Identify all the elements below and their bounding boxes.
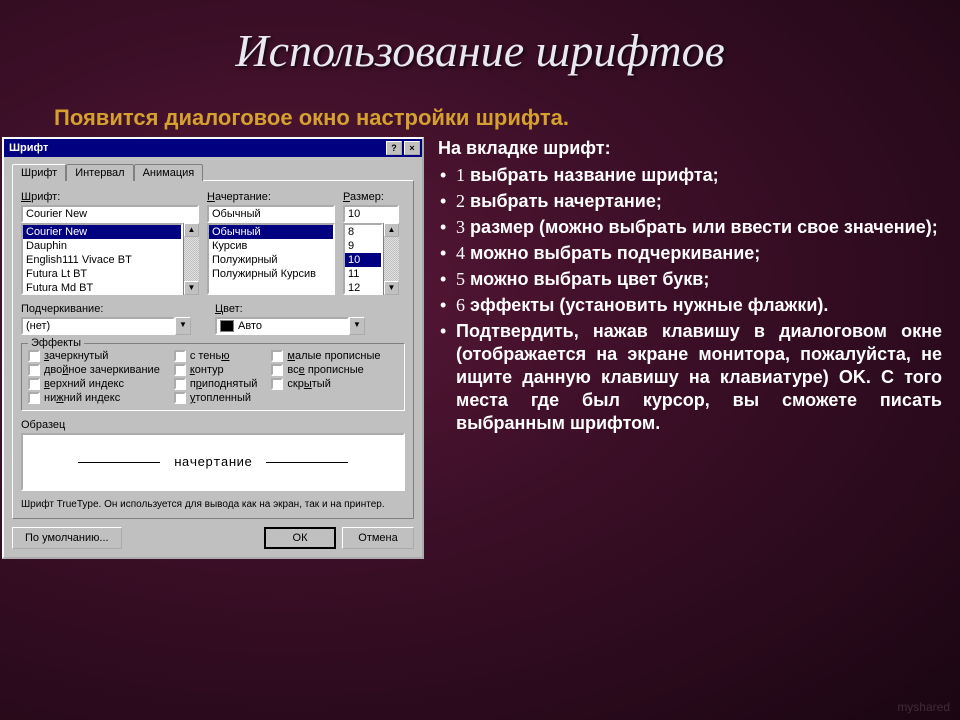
checkbox-superscript[interactable]: верхний индекс	[28, 378, 160, 390]
color-swatch	[220, 320, 234, 332]
checkbox-smallcaps[interactable]: малые прописные	[271, 350, 380, 362]
checkbox-outline[interactable]: контур	[174, 364, 258, 376]
sample-text: начертание	[174, 455, 252, 470]
scroll-down-icon[interactable]: ▼	[184, 281, 199, 295]
chevron-down-icon[interactable]: ▼	[349, 317, 365, 335]
scrollbar[interactable]: ▲▼	[183, 223, 199, 295]
default-button[interactable]: По умолчанию...	[12, 527, 122, 549]
font-dialog: Шрифт ? × Шрифт Интервал Анимация Шрифт:…	[2, 137, 424, 559]
font-input[interactable]	[21, 205, 199, 223]
tab-animation[interactable]: Анимация	[134, 164, 204, 181]
style-listbox[interactable]: Обычный Курсив Полужирный Полужирный Кур…	[207, 223, 335, 295]
chevron-down-icon[interactable]: ▼	[175, 317, 191, 335]
label-size: Размер:	[343, 191, 399, 203]
list-item: 2 выбрать начертание;	[456, 190, 942, 213]
checkbox-engrave[interactable]: утопленный	[174, 392, 258, 404]
effects-group: Эффекты зачеркнутый двойное зачеркивание…	[21, 343, 405, 411]
slide-title: Использование шрифтов	[0, 0, 960, 77]
scroll-up-icon[interactable]: ▲	[184, 223, 199, 237]
dialog-title: Шрифт	[6, 142, 384, 154]
list-item: 3 размер (можно выбрать или ввести свое …	[456, 216, 942, 239]
slide-subtitle: Появится диалоговое окно настройки шрифт…	[54, 105, 960, 131]
font-listbox[interactable]: Courier New Dauphin English111 Vivace BT…	[21, 223, 183, 295]
list-item[interactable]: Dauphin	[23, 239, 181, 253]
color-combo[interactable]: Авто ▼	[215, 317, 365, 335]
list-item[interactable]: 8	[345, 225, 381, 239]
list-item[interactable]: Курсив	[209, 239, 333, 253]
size-input[interactable]	[343, 205, 399, 223]
underline-combo[interactable]: (нет) ▼	[21, 317, 191, 335]
scroll-down-icon[interactable]: ▼	[384, 281, 399, 295]
checkbox-strikethrough[interactable]: зачеркнутый	[28, 350, 160, 362]
style-input[interactable]	[207, 205, 335, 223]
checkbox-subscript[interactable]: нижний индекс	[28, 392, 160, 404]
list-item: 1 выбрать название шрифта;	[456, 164, 942, 187]
label-sample: Образец	[21, 419, 65, 431]
list-item: 5 можно выбрать цвет букв;	[456, 268, 942, 291]
label-effects: Эффекты	[28, 337, 84, 349]
list-item[interactable]: 9	[345, 239, 381, 253]
list-item[interactable]: Полужирный Курсив	[209, 267, 333, 281]
help-button[interactable]: ?	[386, 141, 402, 155]
explanation-text: На вкладке шрифт: 1 выбрать название шри…	[438, 137, 942, 559]
close-button[interactable]: ×	[404, 141, 420, 155]
underline-value: (нет)	[21, 317, 175, 335]
label-font: Шрифт:	[21, 191, 199, 203]
list-item[interactable]: 10	[345, 253, 381, 267]
scroll-up-icon[interactable]: ▲	[384, 223, 399, 237]
watermark: myshared	[897, 700, 950, 714]
list-item: Подтвердить, нажав клавишу в диалоговом …	[456, 320, 942, 435]
checkbox-double-strike[interactable]: двойное зачеркивание	[28, 364, 160, 376]
label-color: Цвет:	[215, 303, 365, 315]
checkbox-allcaps[interactable]: все прописные	[271, 364, 380, 376]
checkbox-emboss[interactable]: приподнятый	[174, 378, 258, 390]
color-value: Авто	[215, 317, 349, 335]
sample-preview: начертание	[21, 433, 405, 491]
size-listbox[interactable]: 8 9 10 11 12	[343, 223, 383, 295]
tab-spacing[interactable]: Интервал	[66, 164, 133, 181]
checkbox-shadow[interactable]: с тенью	[174, 350, 258, 362]
list-item[interactable]: Обычный	[209, 225, 333, 239]
hint-text: Шрифт TrueType. Он используется для выво…	[21, 499, 405, 510]
list-item[interactable]: Courier New	[23, 225, 181, 239]
list-item[interactable]: Futura Md BT	[23, 281, 181, 295]
dialog-titlebar[interactable]: Шрифт ? ×	[4, 139, 422, 157]
list-item[interactable]: 12	[345, 281, 381, 295]
scrollbar[interactable]: ▲▼	[383, 223, 399, 295]
tab-strip: Шрифт Интервал Анимация	[12, 163, 414, 180]
list-item[interactable]: English111 Vivace BT	[23, 253, 181, 267]
cancel-button[interactable]: Отмена	[342, 527, 414, 549]
ok-button[interactable]: ОК	[264, 527, 336, 549]
list-item[interactable]: 11	[345, 267, 381, 281]
label-underline: Подчеркивание:	[21, 303, 191, 315]
list-item[interactable]: Futura Lt BT	[23, 267, 181, 281]
list-item: 4 можно выбрать подчеркивание;	[456, 242, 942, 265]
list-item: 6 эффекты (установить нужные флажки).	[456, 294, 942, 317]
checkbox-hidden[interactable]: скрытый	[271, 378, 380, 390]
list-item[interactable]: Полужирный	[209, 253, 333, 267]
label-style: Начертание:	[207, 191, 335, 203]
tab-font[interactable]: Шрифт	[12, 164, 66, 181]
rhs-heading: На вкладке шрифт:	[438, 137, 942, 160]
